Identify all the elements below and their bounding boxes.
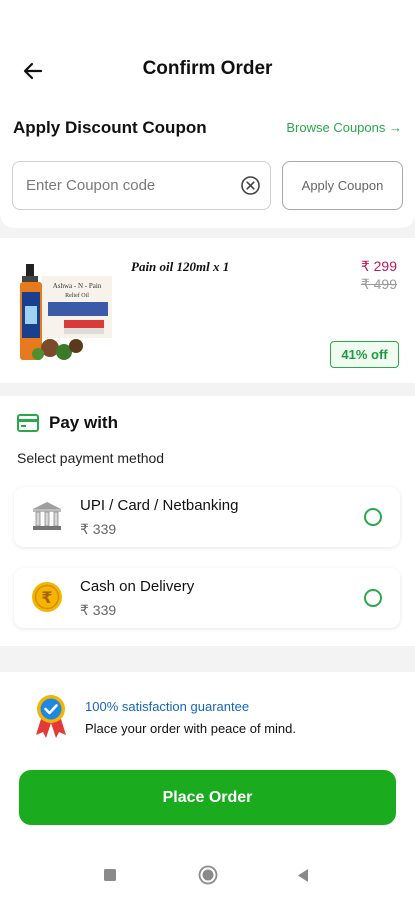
product-original-price: ₹ 499 <box>360 276 397 292</box>
card-icon <box>17 414 39 432</box>
pay-with-title: Pay with <box>49 413 118 432</box>
coupon-input[interactable] <box>13 162 235 209</box>
payment-option-cod[interactable]: ₹ Cash on Delivery ₹ 339 <box>14 568 400 628</box>
product-image: Ashwa - N - Pain Relief Oil <box>16 262 116 366</box>
discount-badge: 41% off <box>330 341 399 368</box>
payment-radio-upi[interactable] <box>364 508 382 526</box>
clear-circle-icon <box>241 176 260 195</box>
rupee-coin-icon: ₹ <box>32 582 62 612</box>
guarantee-subtitle: Place your order with peace of mind. <box>85 721 296 736</box>
coupon-input-container <box>12 161 271 210</box>
svg-text:₹: ₹ <box>41 588 52 607</box>
payment-option-price: ₹ 339 <box>80 521 117 537</box>
medal-icon <box>36 695 66 738</box>
product-price: ₹ 299 <box>360 258 397 274</box>
clear-coupon-button[interactable] <box>240 175 261 196</box>
payment-option-upi[interactable]: UPI / Card / Netbanking ₹ 339 <box>14 487 400 547</box>
payment-subtitle: Select payment method <box>17 450 165 466</box>
recent-apps-icon[interactable] <box>103 868 117 882</box>
payment-option-price: ₹ 339 <box>80 602 117 618</box>
home-icon[interactable] <box>198 865 218 885</box>
guarantee-title: 100% satisfaction guarantee <box>85 699 250 714</box>
svg-text:Relief Oil: Relief Oil <box>65 292 89 299</box>
payment-option-name: Cash on Delivery <box>80 578 195 595</box>
product-name: Pain oil 120ml x 1 <box>131 259 230 274</box>
apply-coupon-button[interactable]: Apply Coupon <box>282 161 403 210</box>
coupon-title: Apply Discount Coupon <box>13 118 207 137</box>
back-icon[interactable] <box>296 868 310 883</box>
bank-icon <box>33 502 61 530</box>
browse-coupons-link[interactable]: Browse Coupons → <box>286 120 402 135</box>
place-order-button[interactable]: Place Order <box>19 770 396 825</box>
svg-text:Ashwa - N - Pain: Ashwa - N - Pain <box>53 282 102 290</box>
top-bar <box>0 0 415 100</box>
payment-option-name: UPI / Card / Netbanking <box>80 497 239 514</box>
payment-radio-cod[interactable] <box>364 589 382 607</box>
page-title: Confirm Order <box>142 58 273 79</box>
